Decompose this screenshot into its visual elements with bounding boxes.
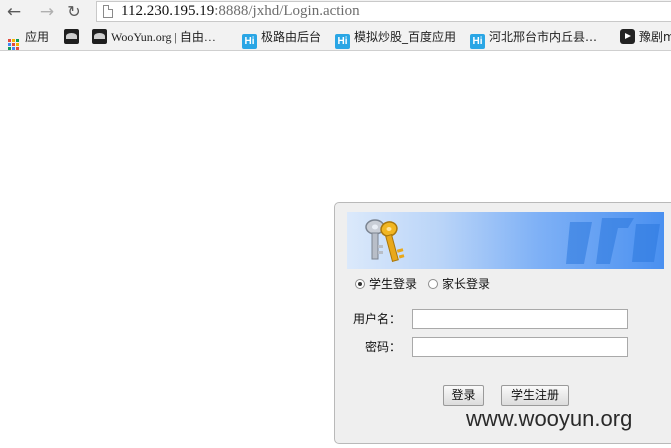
browser-toolbar: ← → ↻ 112.230.195.19:8888/jxhd/Login.act… [0,0,671,24]
bookmark-label: 河北邢台市内丘县… [489,30,598,44]
play-icon [620,29,635,44]
url-text[interactable]: 112.230.195.19:8888/jxhd/Login.action [121,3,360,20]
bookmark-label: 应用 [25,30,50,44]
role-parent-label: 家长登录 [442,277,491,291]
arrow-left-icon[interactable]: ← [4,2,24,22]
bookmark-yuju[interactable]: 豫剧m [620,28,671,47]
wooyun-icon [92,29,107,44]
dark-bird-icon [64,29,79,44]
bookmark-dark-bird[interactable] [64,28,83,47]
keys-icon [365,219,405,262]
bookmark-stock-sim[interactable]: Hi 模拟炒股_百度应用 [335,28,457,49]
password-input[interactable] [412,337,628,357]
role-student-label: 学生登录 [369,277,418,291]
reload-icon[interactable]: ↻ [64,2,84,22]
bookmark-label: WooYun.org | 自由… [111,30,216,44]
watermark-text: www.wooyun.org [466,406,633,431]
address-bar[interactable]: 112.230.195.19:8888/jxhd/Login.action [96,1,671,22]
username-label: 用户名： [352,312,401,326]
radio-unselected-icon[interactable] [428,279,438,289]
bookmark-label: 豫剧m [639,30,671,44]
bookmark-apps[interactable]: 应用 [8,28,50,50]
apps-grid-icon [8,39,19,50]
bookmark-hebei-xingtai[interactable]: Hi 河北邢台市内丘县… [470,28,598,49]
bookmark-router-admin[interactable]: Hi 极路由后台 [242,28,322,49]
hi-icon: Hi [242,34,257,49]
username-input[interactable] [412,309,628,329]
role-parent-option[interactable]: 家长登录 [428,276,490,292]
url-host: 112.230.195.19 [121,3,215,19]
login-button[interactable]: 登录 [443,385,484,406]
bookmark-label: 模拟炒股_百度应用 [354,30,457,44]
arrow-right-icon[interactable]: → [37,2,57,22]
page-icon [103,5,113,18]
login-banner [347,212,664,269]
bookmark-label: 极路由后台 [261,30,322,44]
role-student-option[interactable]: 学生登录 [355,276,417,292]
bookmark-wooyun[interactable]: WooYun.org | 自由… [92,28,216,47]
hi-icon: Hi [335,34,350,49]
password-label: 密码： [364,340,401,354]
hi-icon: Hi [470,34,485,49]
register-button[interactable]: 学生注册 [501,385,569,406]
radio-selected-icon[interactable] [355,279,365,289]
bookmarks-bar: 应用 WooYun.org | 自由… Hi 极路由后台 Hi 模拟炒股_百度应用 … [0,24,671,51]
banner-decoration-icon [566,218,660,264]
url-path: :8888/jxhd/Login.action [214,3,360,19]
